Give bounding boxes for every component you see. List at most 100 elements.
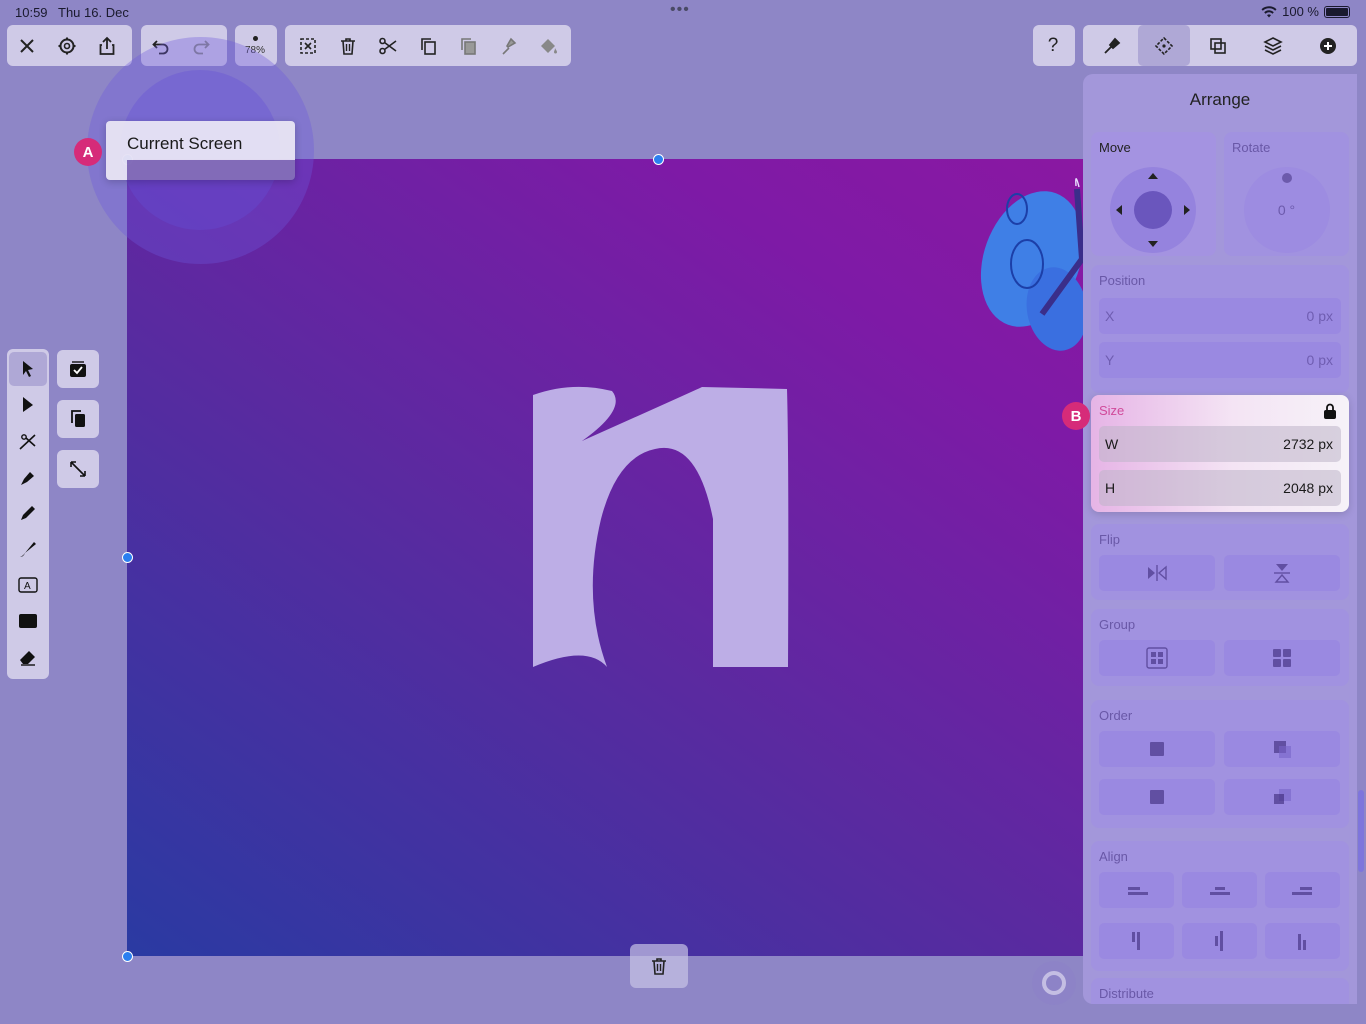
align-center-icon xyxy=(1209,887,1230,895)
annotation-badge-b: B xyxy=(1062,402,1090,430)
move-card: Move xyxy=(1091,132,1216,256)
close-icon[interactable] xyxy=(7,25,47,66)
resize-handle-bottom-left[interactable] xyxy=(122,951,133,962)
tool-palette: A xyxy=(7,349,49,679)
bring-to-front-icon xyxy=(1150,742,1164,756)
position-x-value: 0 px xyxy=(1306,308,1333,324)
fill-icon[interactable] xyxy=(528,25,568,66)
layers-icon[interactable] xyxy=(1245,25,1300,66)
position-card: Position X 0 px Y 0 px xyxy=(1091,265,1349,393)
send-backward-button[interactable] xyxy=(1224,779,1340,815)
brush-tool-icon[interactable] xyxy=(9,532,47,566)
position-y-label: Y xyxy=(1105,352,1115,368)
popover-strip xyxy=(127,160,295,180)
toolbar-file-group xyxy=(7,25,132,66)
add-icon[interactable] xyxy=(1300,25,1355,66)
position-x-field[interactable]: X 0 px xyxy=(1099,298,1341,334)
flip-vertical-button[interactable] xyxy=(1224,555,1340,591)
eraser-tool-icon[interactable] xyxy=(9,640,47,674)
align-right-button[interactable] xyxy=(1265,872,1340,908)
svg-text:A: A xyxy=(24,581,31,592)
select-tool-icon[interactable] xyxy=(9,352,47,386)
status-right: 100 % xyxy=(1261,4,1350,19)
bring-to-front-button[interactable] xyxy=(1099,731,1215,767)
fit-to-screen-icon[interactable] xyxy=(57,450,99,488)
size-width-label: W xyxy=(1105,436,1119,452)
select-all-icon[interactable] xyxy=(57,350,99,388)
duplicate-icon[interactable] xyxy=(57,400,99,438)
flip-horizontal-button[interactable] xyxy=(1099,555,1215,591)
pen-tool-icon[interactable] xyxy=(9,460,47,494)
align-middle-button[interactable] xyxy=(1182,923,1257,959)
size-width-field[interactable]: W 2732 px xyxy=(1099,426,1341,462)
rotate-card: Rotate 0 ° xyxy=(1224,132,1349,256)
assistive-touch-button[interactable] xyxy=(1032,961,1076,1005)
share-icon[interactable] xyxy=(87,25,127,66)
current-screen-popover[interactable]: Current Screen xyxy=(106,121,295,180)
align-card: Align xyxy=(1091,841,1349,971)
arrange-panel: Arrange Move Rotate 0 ° Position X 0 px … xyxy=(1083,74,1357,1004)
align-left-button[interactable] xyxy=(1099,872,1174,908)
rotate-value: 0 ° xyxy=(1277,202,1296,218)
align-label: Align xyxy=(1099,849,1128,864)
resize-handle-top-center[interactable] xyxy=(653,154,664,165)
flip-vertical-icon xyxy=(1274,564,1290,583)
direct-select-tool-icon[interactable] xyxy=(9,388,47,422)
send-to-back-button[interactable] xyxy=(1099,779,1215,815)
arrange-icon[interactable] xyxy=(1138,25,1190,66)
settings-icon[interactable] xyxy=(47,25,87,66)
scissors-icon[interactable] xyxy=(368,25,408,66)
annotation-badge-a: A xyxy=(74,138,102,166)
align-center-button[interactable] xyxy=(1182,872,1257,908)
flip-horizontal-icon xyxy=(1148,565,1167,581)
resize-handle-middle-left[interactable] xyxy=(122,552,133,563)
trash-icon xyxy=(652,958,666,975)
copy-icon[interactable] xyxy=(408,25,448,66)
align-top-button[interactable] xyxy=(1099,923,1174,959)
pencil-tool-icon[interactable] xyxy=(9,496,47,530)
lock-icon[interactable] xyxy=(1323,403,1337,419)
deselect-icon[interactable] xyxy=(288,25,328,66)
size-label: Size xyxy=(1099,403,1125,418)
status-bar: 10:59 Thu 16. Dec ••• 100 % xyxy=(0,0,1366,24)
combine-icon[interactable] xyxy=(1190,25,1245,66)
current-screen-label: Current Screen xyxy=(127,134,243,153)
paste-icon[interactable] xyxy=(448,25,488,66)
align-left-icon xyxy=(1127,887,1148,895)
artboard-canvas[interactable] xyxy=(127,159,1083,956)
delete-selection-button[interactable] xyxy=(630,944,688,988)
butterfly-icon[interactable] xyxy=(963,177,1083,356)
assistive-touch-ring-icon xyxy=(1042,971,1066,995)
size-width-value: 2732 px xyxy=(1283,436,1333,452)
group-button[interactable] xyxy=(1099,640,1215,676)
help-icon[interactable]: ? xyxy=(1033,25,1073,66)
tools-icon[interactable] xyxy=(1086,25,1138,66)
align-bottom-button[interactable] xyxy=(1265,923,1340,959)
send-backward-icon xyxy=(1274,789,1291,804)
bring-forward-button[interactable] xyxy=(1224,731,1340,767)
paste-style-icon[interactable] xyxy=(488,25,528,66)
scissors-tool-icon[interactable] xyxy=(9,424,47,458)
position-y-value: 0 px xyxy=(1306,352,1333,368)
n-logo-shape[interactable] xyxy=(127,159,1083,956)
flip-label: Flip xyxy=(1099,532,1120,547)
align-bottom-icon xyxy=(1297,934,1306,950)
move-dpad-icon[interactable] xyxy=(1108,165,1198,255)
rectangle-tool-icon[interactable] xyxy=(9,604,47,638)
position-y-field[interactable]: Y 0 px xyxy=(1099,342,1341,378)
position-x-label: X xyxy=(1105,308,1115,324)
size-height-value: 2048 px xyxy=(1283,480,1333,496)
move-label: Move xyxy=(1099,140,1131,155)
text-tool-icon[interactable]: A xyxy=(9,568,47,602)
size-height-field[interactable]: H 2048 px xyxy=(1099,470,1341,506)
group-card: Group xyxy=(1091,609,1349,686)
trash-icon[interactable] xyxy=(328,25,368,66)
ungroup-button[interactable] xyxy=(1224,640,1340,676)
group-label: Group xyxy=(1099,617,1136,632)
wifi-icon xyxy=(1261,5,1277,17)
multitask-dots-icon[interactable]: ••• xyxy=(670,1,690,19)
bring-forward-icon xyxy=(1274,741,1291,758)
panel-scrollbar[interactable] xyxy=(1358,790,1364,872)
size-card: Size W 2732 px H 2048 px xyxy=(1091,395,1349,512)
align-right-icon xyxy=(1291,887,1312,895)
